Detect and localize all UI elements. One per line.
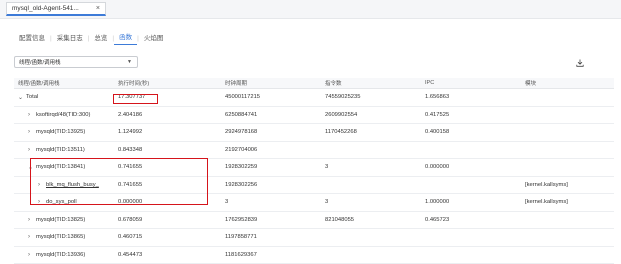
- close-icon[interactable]: ×: [96, 5, 100, 12]
- cell-cycles: 2924978168: [225, 124, 257, 141]
- cell-instructions: 1170452268: [325, 124, 357, 141]
- cell-time: 2.404186: [118, 107, 142, 124]
- cell-ipc: 0.400158: [425, 124, 449, 141]
- cell-cycles: 1197858771: [225, 229, 257, 246]
- column-header-time[interactable]: 执行时间(秒): [118, 78, 149, 88]
- table-row[interactable]: ›mysqld(TID:13936) 0.454473 1181629367: [14, 247, 614, 264]
- row-name: ksoftirqd/48(TID:300): [36, 112, 90, 118]
- cell-time: 0.678059: [118, 212, 142, 229]
- chevron-right-icon[interactable]: ›: [28, 112, 36, 118]
- table-row[interactable]: ›ksoftirqd/48(TID:300) 2.404186 6250884741…: [14, 107, 614, 125]
- group-by-value: 线程/函数/调用栈: [19, 58, 61, 66]
- cell-cycles: 1181629367: [225, 247, 257, 264]
- table-header: 线程/函数/调用栈 执行时间(秒) 时钟周期 指令数 IPC 模块: [14, 78, 614, 89]
- highlight-thread-13841: [30, 158, 208, 205]
- cell-ipc: 0.417525: [425, 107, 449, 124]
- column-header-ipc[interactable]: IPC: [425, 78, 434, 88]
- cell-instructions: 3: [325, 159, 328, 176]
- cell-name: ⌄Total: [18, 89, 38, 106]
- tab-collection-log[interactable]: 采集日志: [52, 32, 88, 45]
- cell-name: ›mysqld(TID:13511): [28, 142, 85, 159]
- cell-time: 0.454473: [118, 247, 142, 264]
- highlight-total-time: [113, 94, 158, 104]
- cell-instructions: 74559025235: [325, 89, 360, 106]
- cell-time: 1.124992: [118, 124, 142, 141]
- cell-cycles: 1928302259: [225, 159, 257, 176]
- cell-name: ›mysqld(TID:13825): [28, 212, 85, 229]
- cell-ipc: 0.465723: [425, 212, 449, 229]
- cell-instructions: 2609902554: [325, 107, 357, 124]
- row-name: Total: [26, 94, 38, 100]
- table-row[interactable]: ⌄Total17.30773745000117215745590252351.6…: [14, 89, 614, 107]
- chevron-right-icon[interactable]: ›: [28, 234, 36, 240]
- cell-instructions: 3: [325, 194, 328, 211]
- tab-flame-graph[interactable]: 火焰图: [139, 32, 169, 45]
- table-row[interactable]: ›mysqld(TID:13511) 0.843348 2192704006: [14, 142, 614, 160]
- cell-cycles: 3: [225, 194, 228, 211]
- tab-config-info[interactable]: 配置信息: [14, 32, 50, 45]
- top-tab-bar: mysql_old-Agent-541... ×: [0, 0, 621, 19]
- chevron-right-icon[interactable]: ›: [28, 147, 36, 153]
- cell-time: 0.460715: [118, 229, 142, 246]
- cell-name: ›mysqld(TID:13936): [28, 247, 85, 264]
- cell-module: [kernel.kallsyms]: [525, 177, 568, 194]
- row-name: mysqld(TID:13511): [36, 147, 85, 153]
- column-header-cycles[interactable]: 时钟周期: [225, 78, 247, 88]
- chevron-right-icon[interactable]: ›: [28, 129, 36, 135]
- cell-cycles: 45000117215: [225, 89, 260, 106]
- row-name: mysqld(TID:13925): [36, 129, 85, 135]
- caret-down-icon: ▼: [127, 59, 132, 65]
- column-header-instructions[interactable]: 指令数: [325, 78, 342, 88]
- cell-cycles: 1928302256: [225, 177, 257, 194]
- cell-ipc: 1.000000: [425, 194, 449, 211]
- cell-name: ›mysqld(TID:13925): [28, 124, 85, 141]
- cell-ipc: 1.656863: [425, 89, 449, 106]
- row-name: mysqld(TID:13825): [36, 217, 85, 223]
- table-row[interactable]: ›mysqld(TID:13825) 0.678059 1762952839 8210…: [14, 212, 614, 230]
- sub-tabs: 配置信息 | 采集日志 | 总览 | 函数 | 火焰图: [14, 31, 168, 45]
- cell-ipc: 0.000000: [425, 159, 449, 176]
- functions-table: 线程/函数/调用栈 执行时间(秒) 时钟周期 指令数 IPC 模块 ⌄Total…: [14, 78, 614, 253]
- cell-name: ›ksoftirqd/48(TID:300): [28, 107, 90, 124]
- table-row[interactable]: ›mysqld(TID:13925) 1.124992 2924978168 1170…: [14, 124, 614, 142]
- column-header-name[interactable]: 线程/函数/调用栈: [18, 78, 60, 88]
- cell-module: [kernel.kallsyms]: [525, 194, 568, 211]
- group-by-select[interactable]: 线程/函数/调用栈 ▼: [14, 56, 138, 68]
- table-row[interactable]: ›mysqld(TID:13865) 0.460715 1197858771: [14, 229, 614, 247]
- column-header-module[interactable]: 模块: [525, 78, 536, 88]
- chevron-right-icon[interactable]: ›: [28, 217, 36, 223]
- row-name: mysqld(TID:13865): [36, 234, 85, 240]
- chevron-down-icon[interactable]: ⌄: [18, 94, 26, 101]
- task-tab[interactable]: mysql_old-Agent-541... ×: [6, 2, 106, 16]
- cell-cycles: 6250884741: [225, 107, 257, 124]
- cell-cycles: 1762952839: [225, 212, 257, 229]
- cell-instructions: 821048055: [325, 212, 354, 229]
- cell-name: ›mysqld(TID:13865): [28, 229, 85, 246]
- cell-cycles: 2192704006: [225, 142, 257, 159]
- cell-time: 0.843348: [118, 142, 142, 159]
- download-icon[interactable]: [576, 59, 584, 67]
- tab-overview[interactable]: 总览: [89, 32, 112, 45]
- task-tab-label: mysql_old-Agent-541...: [12, 5, 79, 12]
- tab-functions[interactable]: 函数: [114, 31, 137, 45]
